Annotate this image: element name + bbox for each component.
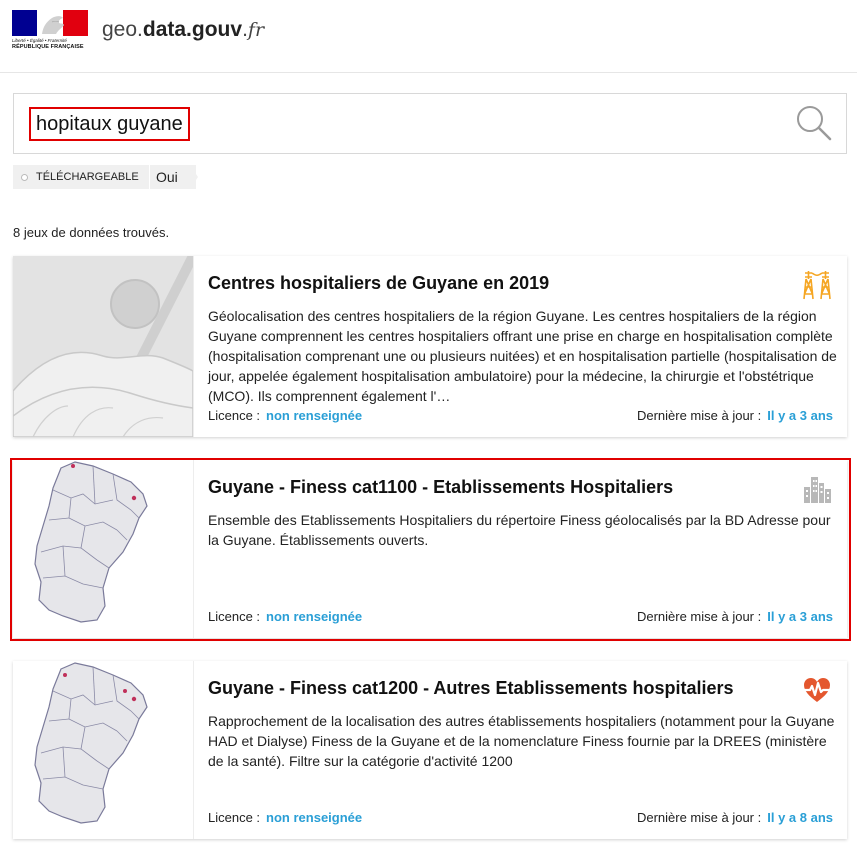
dataset-title[interactable]: Guyane - Finess cat1200 - Autres Etablis…: [208, 678, 734, 699]
dataset-card[interactable]: Centres hospitaliers de Guyane en 2019 G…: [13, 256, 847, 437]
logo-motto: Liberté • Égalité • Fraternité: [12, 38, 67, 43]
buildings-icon: [804, 477, 831, 503]
licence-value: non renseignée: [266, 609, 363, 624]
site-header: Liberté • Égalité • Fraternité RÉPUBLIQU…: [0, 0, 857, 73]
licence-label: Licence :: [208, 810, 261, 825]
update-value: Il y a 3 ans: [767, 408, 833, 423]
facet-key[interactable]: TÉLÉCHARGEABLE: [13, 165, 149, 189]
power-pylon-icon: [803, 271, 831, 300]
update-value: Il y a 8 ans: [767, 810, 833, 825]
dataset-description: Ensemble des Etablissements Hospitaliers…: [208, 512, 831, 548]
search-icon[interactable]: [795, 104, 833, 142]
search-input[interactable]: hopitaux guyane: [29, 107, 190, 141]
logo-name: RÉPUBLIQUE FRANÇAISE: [12, 44, 84, 50]
licence-info: Licence : non renseignée: [208, 408, 362, 423]
facet-arrow: [190, 165, 198, 189]
heart-pulse-icon: [802, 678, 832, 702]
update-label: Dernière mise à jour :: [636, 609, 762, 624]
dataset-title[interactable]: Centres hospitaliers de Guyane en 2019: [208, 273, 549, 294]
site-title-main: data.gouv: [142, 18, 243, 41]
update-info: Dernière mise à jour : Il y a 3 ans: [637, 408, 833, 423]
guyane-map-icon: [13, 661, 193, 839]
guyane-map-icon: [13, 460, 193, 638]
republique-francaise-logo[interactable]: Liberté • Égalité • Fraternité RÉPUBLIQU…: [12, 10, 90, 56]
dataset-title[interactable]: Guyane - Finess cat1100 - Etablissements…: [208, 477, 673, 498]
licence-value: non renseignée: [266, 408, 363, 423]
update-label: Dernière mise à jour :: [636, 408, 762, 423]
marianne-flag-icon: [12, 10, 88, 36]
search-bar[interactable]: hopitaux guyane: [13, 93, 847, 154]
placeholder-landscape-icon: [13, 256, 193, 437]
site-title[interactable]: geo.data.gouv.fr: [102, 18, 264, 42]
dataset-card[interactable]: Guyane - Finess cat1200 - Autres Etablis…: [13, 661, 847, 839]
facet-remove-icon[interactable]: [21, 174, 28, 181]
update-label: Dernière mise à jour :: [636, 810, 762, 825]
dataset-thumbnail-map: [13, 661, 194, 839]
licence-label: Licence :: [208, 609, 261, 624]
dataset-thumbnail-placeholder: [13, 256, 194, 437]
site-title-prefix: geo.: [102, 18, 143, 41]
dataset-description: Géolocalisation des centres hospitaliers…: [208, 308, 837, 404]
dataset-thumbnail-map: [13, 460, 194, 638]
site-title-tld: fr: [247, 19, 265, 41]
licence-info: Licence : non renseignée: [208, 810, 362, 825]
update-value: Il y a 3 ans: [767, 609, 833, 624]
licence-label: Licence :: [208, 408, 261, 423]
update-info: Dernière mise à jour : Il y a 8 ans: [637, 810, 833, 825]
facet-label: TÉLÉCHARGEABLE: [36, 171, 139, 183]
licence-value: non renseignée: [266, 810, 363, 825]
update-info: Dernière mise à jour : Il y a 3 ans: [637, 609, 833, 624]
results-count: 8 jeux de données trouvés.: [13, 225, 170, 240]
licence-info: Licence : non renseignée: [208, 609, 362, 624]
dataset-card[interactable]: Guyane - Finess cat1100 - Etablissements…: [13, 460, 847, 638]
dataset-description: Rapprochement de la localisation des aut…: [208, 713, 835, 769]
